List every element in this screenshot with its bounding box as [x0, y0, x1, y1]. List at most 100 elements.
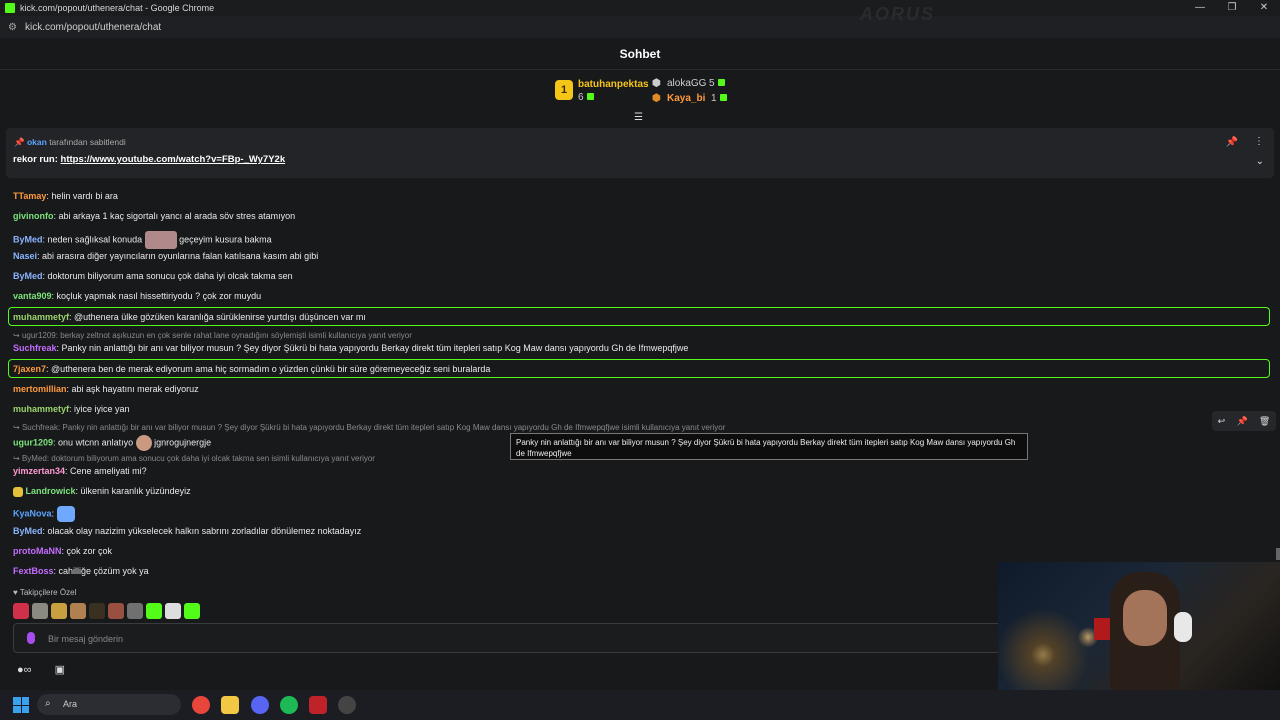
chat-message: mertomillian: abi aşk hayatını merak edi…: [13, 384, 199, 394]
more-options-icon[interactable]: ⋮: [1254, 136, 1264, 147]
followers-only-indicator: ♥ Takipçilere Özel: [13, 588, 76, 597]
pinned-body: rekor run: https://www.youtube.com/watch…: [13, 154, 285, 165]
message-text: abi arasıra diğer yayıncıların oyunların…: [42, 251, 319, 261]
reply-text: ByMed: doktorum biliyorum ama sonucu çok…: [21, 454, 375, 463]
app-icon[interactable]: [309, 696, 327, 714]
emote-image[interactable]: [165, 603, 181, 619]
message-text: onu wtcnn anlatıyo: [58, 437, 134, 448]
emote-image[interactable]: [13, 603, 29, 619]
chat-title: Sohbet: [619, 46, 661, 61]
emote-image[interactable]: [184, 603, 200, 619]
pinned-meta: 📌 okan tarafından sabitlendi: [14, 137, 126, 148]
message-username[interactable]: ByMed: [13, 526, 43, 536]
pin-icon[interactable]: 📌: [1236, 416, 1247, 427]
message-username[interactable]: muhammetyf: [13, 312, 69, 322]
message-username[interactable]: muhammetyf: [13, 404, 69, 414]
message-username[interactable]: mertomillian: [13, 384, 67, 394]
webcam-overlay: [998, 562, 1280, 690]
reply-context[interactable]: ↪ ugur1209: berkay zeltnot aşıkuzun en ç…: [13, 331, 412, 340]
emote-image[interactable]: [135, 435, 152, 451]
chevron-down-icon[interactable]: ⌄: [1256, 156, 1264, 167]
message-username[interactable]: Landrowick: [26, 486, 76, 496]
restore-icon[interactable]: ❐: [1216, 0, 1248, 16]
chat-input-placeholder[interactable]: Bir mesaj gönderin: [48, 634, 123, 644]
message-text-cont: jgnrogujnergje: [154, 437, 212, 448]
emote-image[interactable]: [146, 603, 162, 619]
discord-icon[interactable]: [251, 696, 269, 714]
mic-icon[interactable]: [27, 632, 35, 644]
message-username[interactable]: protoMaNN: [13, 546, 62, 556]
emote-image[interactable]: [89, 603, 105, 619]
pinned-prefix: rekor run:: [13, 154, 58, 165]
message-username[interactable]: 7jaxen7: [13, 364, 46, 374]
chat-input[interactable]: Bir mesaj gönderin: [13, 623, 1013, 653]
message-username[interactable]: givinonfo: [13, 211, 54, 221]
message-username[interactable]: yimzertan34: [13, 466, 65, 476]
emote-image[interactable]: [70, 603, 86, 619]
emote-image[interactable]: [51, 603, 67, 619]
chat-message: Landrowick: ülkenin karanlık yüzündeyiz: [13, 486, 191, 497]
pinned-by-user[interactable]: okan: [27, 137, 47, 147]
file-explorer-icon[interactable]: [221, 696, 239, 714]
pinned-link[interactable]: https://www.youtube.com/watch?v=FBp-_Wy7…: [61, 154, 286, 165]
leader-third-name[interactable]: Kaya_bi: [667, 93, 705, 104]
expand-leaderboard-icon[interactable]: ☰: [634, 112, 643, 123]
leader-second-count: 5: [709, 78, 725, 89]
emote-image[interactable]: [127, 603, 143, 619]
chrome-icon[interactable]: [192, 696, 210, 714]
message-username[interactable]: ugur1209: [13, 437, 53, 447]
reply-context[interactable]: ↪ Suchfreak: Panky nin anlattığı bir anı…: [13, 423, 725, 432]
window-titlebar: kick.com/popout/uthenera/chat - Google C…: [0, 0, 1280, 16]
url-text[interactable]: kick.com/popout/uthenera/chat: [25, 22, 161, 33]
emote-quickbar: [13, 603, 200, 619]
window-controls: — ❐ ✕: [1184, 0, 1280, 16]
leader-second-count-value: 5: [709, 78, 715, 89]
scrollbar[interactable]: [1276, 548, 1280, 560]
pin-icon: 📌: [14, 137, 25, 147]
message-text: helin vardı bi ara: [51, 191, 118, 201]
leader-first-count-value: 6: [578, 92, 584, 103]
message-username[interactable]: ByMed: [13, 234, 43, 244]
message-username[interactable]: FextBoss: [13, 566, 54, 576]
chat-message: 7jaxen7: @uthenera ben de merak ediyorum…: [13, 364, 491, 374]
reply-icon[interactable]: ↩: [1218, 416, 1226, 427]
message-text: @uthenera ülke gözüken karanlığa sürükle…: [74, 312, 366, 322]
search-icon: ⌕: [45, 698, 51, 709]
leader-first-name[interactable]: batuhanpektas: [578, 79, 649, 90]
emote-image[interactable]: [108, 603, 124, 619]
reply-context[interactable]: ↪ ByMed: doktorum biliyorum ama sonucu ç…: [13, 454, 375, 463]
emote-image[interactable]: [56, 506, 75, 522]
headphones: [1174, 612, 1192, 642]
message-username[interactable]: Nasei: [13, 251, 37, 261]
message-username[interactable]: TTamay: [13, 191, 46, 201]
spotify-icon[interactable]: [280, 696, 298, 714]
leader-third-count: 1: [711, 93, 727, 104]
emote-image[interactable]: [32, 603, 48, 619]
unpin-icon[interactable]: 📌: [1226, 137, 1238, 148]
leader-second-name[interactable]: alokaGG: [667, 78, 706, 89]
taskbar-search[interactable]: ⌕ Ara: [37, 694, 181, 715]
emote-image[interactable]: [144, 231, 177, 249]
followers-only-text: Takipçilere Özel: [19, 588, 77, 597]
site-settings-icon[interactable]: ⚙: [8, 22, 17, 33]
address-bar[interactable]: ⚙ kick.com/popout/uthenera/chat: [0, 16, 1280, 38]
kick-favicon-icon: [5, 3, 15, 13]
window-title: kick.com/popout/uthenera/chat - Google C…: [20, 3, 215, 13]
chat-message: muhammetyf: iyice iyice yan: [13, 404, 130, 414]
delete-icon[interactable]: 🗑: [1259, 416, 1270, 427]
steam-icon[interactable]: [338, 696, 356, 714]
taskbar-search-placeholder[interactable]: Ara: [63, 699, 77, 709]
message-username[interactable]: vanta909: [13, 291, 52, 301]
chat-message: TTamay: helin vardı bi ara: [13, 191, 118, 201]
chat-message: ByMed: olacak olay nazizim yükselecek ha…: [13, 526, 362, 536]
message-username[interactable]: Suchfreak: [13, 343, 57, 353]
message-username[interactable]: KyaNova: [13, 508, 52, 518]
message-text: abi arkaya 1 kaç sigortalı yancı al arad…: [58, 211, 296, 221]
store-icon[interactable]: ▣: [55, 664, 65, 676]
message-username[interactable]: ByMed: [13, 271, 43, 281]
close-icon[interactable]: ✕: [1248, 0, 1280, 16]
minimize-icon[interactable]: —: [1184, 0, 1216, 16]
windows-start-icon[interactable]: [13, 697, 29, 713]
message-text: Panky nin anlattığı bir anı var biliyor …: [61, 343, 689, 353]
points-icon[interactable]: ●∞: [17, 664, 32, 676]
